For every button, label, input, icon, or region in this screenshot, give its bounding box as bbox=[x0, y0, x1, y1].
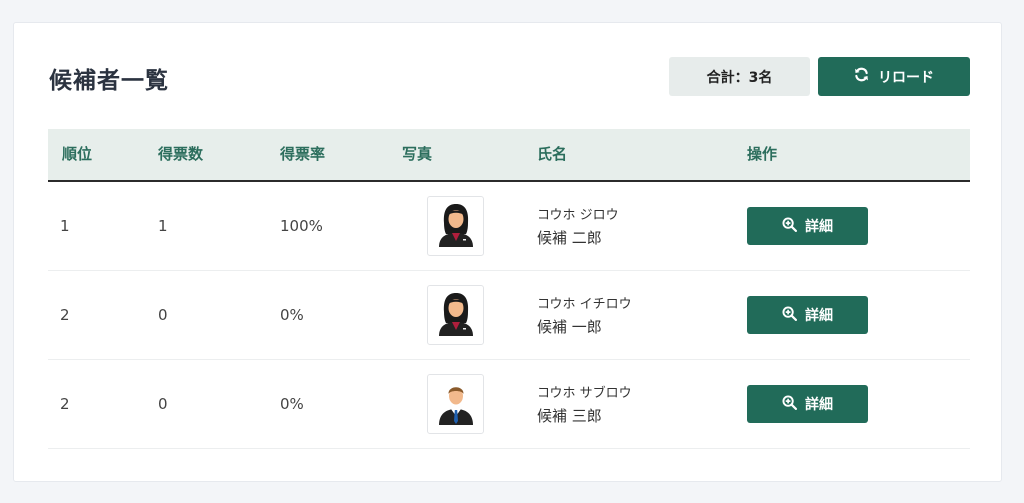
votes-cell: 0 bbox=[158, 306, 168, 324]
zoom-in-icon bbox=[782, 216, 798, 236]
rate-cell: 0% bbox=[280, 395, 304, 413]
column-header-photo: 写真 bbox=[402, 145, 433, 163]
candidate-kana-name: コウホ ジロウ bbox=[537, 208, 619, 223]
page-title: 候補者一覧 bbox=[49, 68, 169, 94]
detail-label: 詳細 bbox=[805, 219, 833, 235]
rank-cell: 1 bbox=[60, 217, 70, 235]
rank-cell: 2 bbox=[60, 395, 70, 413]
column-header-name: 氏名 bbox=[537, 145, 568, 163]
candidate-kana-name: コウホ イチロウ bbox=[537, 297, 632, 312]
table-header: 順位 得票数 得票率 写真 氏名 操作 bbox=[48, 129, 970, 182]
column-header-action: 操作 bbox=[747, 145, 778, 163]
detail-button[interactable]: 詳細 bbox=[747, 385, 868, 423]
reload-label: リロード bbox=[878, 69, 934, 86]
candidate-photo bbox=[427, 196, 484, 256]
detail-label: 詳細 bbox=[805, 308, 833, 324]
name-cell: コウホ イチロウ 候補 一郎 bbox=[537, 271, 632, 359]
candidate-photo bbox=[427, 285, 484, 345]
candidate-name: 候補 三郎 bbox=[537, 407, 602, 425]
rate-cell: 0% bbox=[280, 306, 304, 324]
table-row: 2 0 0% コウホ イチロウ 候補 一郎 詳細 bbox=[48, 271, 970, 360]
zoom-in-icon bbox=[782, 305, 798, 325]
table-row: 1 1 100% コウホ ジロウ 候補 二郎 詳細 bbox=[48, 182, 970, 271]
zoom-in-icon bbox=[782, 394, 798, 414]
detail-button[interactable]: 詳細 bbox=[747, 296, 868, 334]
votes-cell: 0 bbox=[158, 395, 168, 413]
candidate-photo bbox=[427, 374, 484, 434]
detail-label: 詳細 bbox=[805, 397, 833, 413]
column-header-rank: 順位 bbox=[62, 145, 93, 163]
female-avatar-icon bbox=[436, 290, 476, 340]
table-row: 2 0 0% コウホ サブロウ 候補 三郎 詳細 bbox=[48, 360, 970, 449]
refresh-icon bbox=[854, 67, 869, 86]
candidate-name: 候補 二郎 bbox=[537, 229, 602, 247]
detail-button[interactable]: 詳細 bbox=[747, 207, 868, 245]
column-header-rate: 得票率 bbox=[280, 145, 326, 163]
rank-cell: 2 bbox=[60, 306, 70, 324]
female-avatar-icon bbox=[436, 201, 476, 251]
reload-button[interactable]: リロード bbox=[818, 57, 970, 96]
name-cell: コウホ ジロウ 候補 二郎 bbox=[537, 182, 619, 270]
rate-cell: 100% bbox=[280, 217, 323, 235]
male-avatar-icon bbox=[436, 379, 476, 429]
candidate-kana-name: コウホ サブロウ bbox=[537, 386, 632, 401]
name-cell: コウホ サブロウ 候補 三郎 bbox=[537, 360, 632, 448]
total-count-badge: 合計：3名 bbox=[669, 57, 810, 96]
candidate-table: 順位 得票数 得票率 写真 氏名 操作 1 1 100% コウホ ジロウ 候補 … bbox=[48, 129, 970, 449]
candidate-list-card: 候補者一覧 合計：3名 リロード 順位 得票数 得票率 写真 氏名 操作 1 1… bbox=[13, 22, 1002, 482]
candidate-name: 候補 一郎 bbox=[537, 318, 602, 336]
votes-cell: 1 bbox=[158, 217, 168, 235]
column-header-votes: 得票数 bbox=[158, 145, 204, 163]
